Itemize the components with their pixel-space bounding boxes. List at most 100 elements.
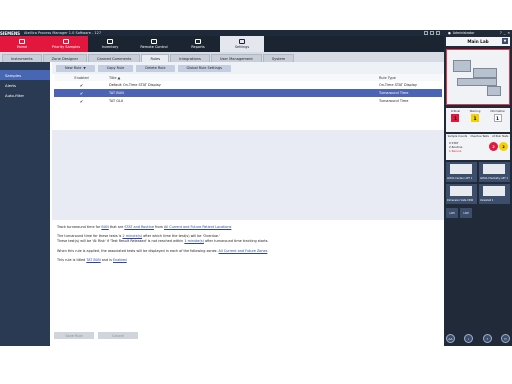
alerts-summary: Critical 1 Warning 1 Information 1 xyxy=(446,108,510,132)
reruns-count: 1 Reruns xyxy=(449,149,462,153)
lab-layout-image[interactable] xyxy=(446,49,510,105)
table-row[interactable]: ✔ Default On-Time STAT Display On-Time S… xyxy=(54,81,442,89)
maximize-icon[interactable] xyxy=(430,31,434,35)
module-inventory[interactable]: Inventory xyxy=(88,36,132,52)
warning-alert[interactable]: Warning 1 xyxy=(470,110,480,122)
table-row-selected[interactable]: ✔ TAT BUN Turnaround Time xyxy=(54,89,442,97)
overdue-time-link[interactable]: 2 minute(s) xyxy=(122,234,142,238)
device-tiles: ADVIA Centaur APT 1 ADVIA Chemistry APT … xyxy=(446,162,510,204)
nav-item-samples[interactable]: Samples xyxy=(0,70,50,80)
delete-rule-button[interactable]: Delete Rule xyxy=(136,64,175,72)
home-icon xyxy=(19,39,25,44)
table-row[interactable]: ✔ TAT GLU Turnaround Time xyxy=(54,97,442,105)
chevron-down-icon: ▼ xyxy=(502,38,508,44)
new-rule-button[interactable]: New Rule ▼ xyxy=(56,64,95,72)
rule-type: Turnaround Time xyxy=(379,99,409,103)
power-icon[interactable]: ⏻ xyxy=(500,334,510,343)
table-empty-area xyxy=(52,130,444,220)
tab-user-management[interactable]: User Management xyxy=(210,54,262,62)
rules-content: New Rule ▼ Copy Rule Delete Rule Global R… xyxy=(52,62,444,346)
zones-link[interactable]: All Current and Future Zones xyxy=(219,249,268,253)
user-row: ● Administrator ? _ ✕ xyxy=(444,30,512,36)
module-reports[interactable]: Reports xyxy=(176,36,220,52)
rule-title: TAT BUN xyxy=(109,89,379,97)
analyzer-icon xyxy=(450,186,472,196)
global-rule-settings-button[interactable]: Global Rule Settings xyxy=(177,64,231,72)
enabled-checkbox[interactable]: ✔ xyxy=(79,83,84,88)
reports-icon xyxy=(195,39,201,44)
priority-link[interactable]: STAT and Routine xyxy=(124,225,154,229)
tab-canned-comments[interactable]: Canned Comments xyxy=(88,54,141,62)
module-settings[interactable]: Settings xyxy=(220,36,264,52)
tab-zone-designer[interactable]: Zone Designer xyxy=(42,54,88,62)
tests-link[interactable]: BUN xyxy=(101,225,108,229)
tab-instruments[interactable]: Instruments xyxy=(2,54,42,62)
settings-tabs: Instruments Zone Designer Canned Comment… xyxy=(0,52,444,62)
at-risk-time-link[interactable]: 1 minute(s) xyxy=(184,239,204,243)
information-alert[interactable]: Information 1 xyxy=(490,110,505,122)
critical-alert[interactable]: Critical 1 xyxy=(451,110,460,122)
col-enabled[interactable]: Enabled xyxy=(54,74,109,81)
locations-link[interactable]: All Current and Future Patient Locations xyxy=(164,225,231,229)
device-tile[interactable]: ADVIA Chemistry APT 1 xyxy=(479,162,510,182)
device-tile[interactable]: ADVIA Centaur APT 1 xyxy=(446,162,477,182)
close-icon[interactable] xyxy=(436,31,440,35)
module-priority-samples[interactable]: Priority Samples xyxy=(44,36,88,52)
rule-footer: Save Rule Cancel xyxy=(54,332,138,339)
module-home[interactable]: Home xyxy=(0,36,44,52)
rules-toolbar: New Rule ▼ Copy Rule Delete Rule Global R… xyxy=(52,62,444,74)
device-tile[interactable]: VersaCell 1 xyxy=(479,184,510,204)
copy-rule-button[interactable]: Copy Rule xyxy=(97,64,134,72)
lab-name: Main Lab xyxy=(467,39,489,44)
nav-item-alerts[interactable]: Alerts xyxy=(0,80,50,90)
analyzer-icon xyxy=(483,186,505,196)
brand-logo: SIEMENS xyxy=(0,30,21,36)
sort-up-icon: ▲ xyxy=(117,75,121,80)
info-icon[interactable]: i xyxy=(464,334,474,343)
tab-system[interactable]: System xyxy=(262,54,295,62)
close-window-icon[interactable]: ✕ xyxy=(507,31,512,35)
at-risk-badge[interactable]: 2 xyxy=(499,142,508,151)
cancel-button[interactable]: Cancel xyxy=(98,332,138,339)
overdue-badge[interactable]: 2 xyxy=(489,142,498,151)
device-tile[interactable]: Dimension Vista 1500 xyxy=(446,184,477,204)
rule-title: Default On-Time STAT Display xyxy=(109,83,161,87)
sample-counts[interactable]: Sample Counts Overdue Tests At Risk Test… xyxy=(446,134,510,160)
instrument-block xyxy=(473,68,497,78)
app-title: Atellica Process Manager 1.0 Software - … xyxy=(24,31,102,35)
app-window: SIEMENS Atellica Process Manager 1.0 Sof… xyxy=(0,30,512,346)
col-rule-type[interactable]: Rule Type xyxy=(379,74,442,81)
rule-type: On-Time STAT Display xyxy=(379,83,417,87)
description-line: This rule is titled TAT BUN and is Enabl… xyxy=(57,257,127,262)
module-remote-control[interactable]: Remote Control xyxy=(132,36,176,52)
user-name[interactable]: Administrator xyxy=(453,31,475,35)
status-panel: ● Administrator ? _ ✕ Main Lab ▼ Critica… xyxy=(444,30,512,346)
analyzer-icon xyxy=(450,164,472,174)
user-icon: ● xyxy=(448,31,451,35)
settings-icon xyxy=(239,39,245,44)
help-icon[interactable]: ? xyxy=(500,31,502,35)
rules-table: Enabled Title ▲ Rule Type ✔ Default On-T… xyxy=(54,74,442,105)
enabled-checkbox[interactable]: ✔ xyxy=(79,91,84,96)
tab-rules[interactable]: Rules xyxy=(141,54,170,62)
enabled-checkbox[interactable]: ✔ xyxy=(79,99,84,104)
window-controls xyxy=(424,31,444,35)
lab-selector[interactable]: Main Lab ▼ xyxy=(446,37,510,46)
text-size-icon[interactable]: AA xyxy=(446,334,455,343)
lcm-tile[interactable]: LCM xyxy=(460,208,472,218)
enabled-link[interactable]: Enabled xyxy=(113,258,127,262)
rule-title-link[interactable]: TAT BUN xyxy=(86,258,100,262)
chevron-down-icon: ▼ xyxy=(83,66,86,70)
nav-item-auto-filter[interactable]: Auto-filter xyxy=(0,90,50,100)
minimize-icon[interactable] xyxy=(424,31,428,35)
analyzer-icon xyxy=(483,164,505,174)
rules-category-nav: Samples Alerts Auto-filter xyxy=(0,62,50,346)
minimize-window-icon[interactable]: _ xyxy=(504,31,506,35)
track-block xyxy=(457,78,497,86)
save-rule-button[interactable]: Save Rule xyxy=(54,332,94,339)
help-icon[interactable]: ? xyxy=(482,334,492,343)
lcm-tile[interactable]: LCM xyxy=(446,208,458,218)
col-title[interactable]: Title ▲ xyxy=(109,74,379,81)
lcm-tiles: LCM LCM xyxy=(446,208,510,218)
tab-integrations[interactable]: Integrations xyxy=(170,54,210,62)
